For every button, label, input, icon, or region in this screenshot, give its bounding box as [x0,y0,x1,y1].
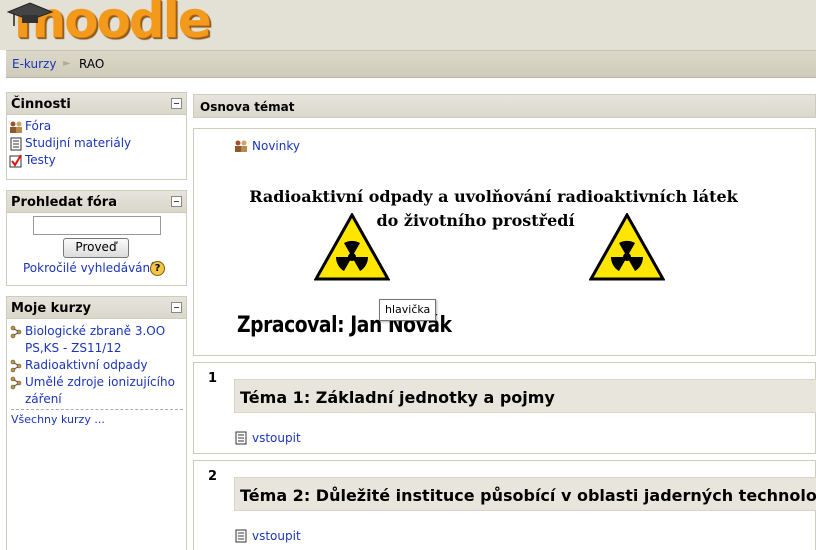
course-item[interactable]: Umělé zdroje ionizujícího záření [7,374,186,408]
course-outline-title: Osnova témat [200,100,295,114]
activity-item-quizzes[interactable]: Testy [7,152,186,169]
topic-section: 1 Téma 1: Základní jednotky a pojmy vsto… [193,362,816,454]
enter-link[interactable]: vstoupit [252,529,301,543]
course-icon [10,359,22,373]
breadcrumb-separator: ► [63,58,71,69]
news-forum-link[interactable]: Novinky [234,139,300,153]
page-header: moodle [0,0,816,50]
search-block-header: Prohledat fóra [7,191,186,213]
course-item[interactable]: Biologické zbraně 3.OO PS,KS - ZS11/12 [7,323,186,357]
enter-link[interactable]: vstoupit [252,431,301,445]
search-input[interactable] [33,216,161,235]
course-icon [10,376,22,390]
forum-icon [10,121,22,133]
course-item[interactable]: Radioaktivní odpady [7,357,186,374]
collapse-toggle-icon[interactable] [171,98,182,109]
topic-resource-link[interactable]: vstoupit [234,431,301,445]
breadcrumb: E-kurzy ► RAO [6,50,816,78]
divider [11,409,183,410]
activities-block-header: Činnosti [7,93,186,115]
resource-icon [10,137,22,151]
activities-block-title: Činnosti [11,97,71,112]
all-courses-link[interactable]: Všechny kurzy ... [11,413,105,426]
activities-block: Činnosti Fóra Studijní materiály Testy [6,92,187,180]
graduation-cap-icon [6,2,54,26]
topic-section: 2 Téma 2: Důležité instituce působící v … [193,460,816,550]
radiation-warning-icon [314,213,390,281]
topic-resource-link[interactable]: vstoupit [234,529,301,543]
course-label[interactable]: Radioaktivní odpady [25,358,148,372]
course-icon [10,325,22,339]
courses-block-header: Moje kurzy [7,297,186,319]
news-link-label[interactable]: Novinky [252,139,300,153]
course-outline-header: Osnova témat [193,94,816,118]
activity-item-forums[interactable]: Fóra [7,118,186,135]
topic-title: Téma 1: Základní jednotky a pojmy [234,379,816,413]
radiation-warning-icon [589,213,665,281]
help-icon[interactable]: ? [150,261,165,276]
quiz-icon [9,154,22,168]
search-button[interactable]: Proveď [63,238,129,258]
section-number: 2 [208,469,218,484]
course-label[interactable]: Biologické zbraně 3.OO PS,KS - ZS11/12 [25,324,165,355]
activity-label[interactable]: Testy [25,153,56,167]
collapse-toggle-icon[interactable] [171,302,182,313]
course-label[interactable]: Umělé zdroje ionizujícího záření [25,375,175,406]
topic-title: Téma 2: Důležité instituce působící v ob… [234,477,816,511]
advanced-search-link[interactable]: Pokročilé vyhledávání [23,261,153,275]
banner-title-line1: Radioaktivní odpady a uvolňování radioak… [249,187,738,206]
search-block-title: Prohledat fóra [11,195,117,210]
resource-icon [235,431,247,445]
activity-item-resources[interactable]: Studijní materiály [7,135,186,152]
search-forums-block: Prohledat fóra Proveď Pokročilé vyhledáv… [6,190,187,286]
banner-title-line2: do životního prostředí [376,211,575,230]
my-courses-block: Moje kurzy Biologické zbraně 3.OO PS,KS … [6,296,187,550]
collapse-toggle-icon[interactable] [171,196,182,207]
activity-label[interactable]: Studijní materiály [25,136,131,150]
section-number: 1 [208,371,218,386]
breadcrumb-current: RAO [79,57,105,71]
resource-icon [235,529,247,543]
courses-block-title: Moje kurzy [11,301,92,316]
activity-label[interactable]: Fóra [25,119,51,133]
forum-icon [235,140,247,152]
course-summary-section: Novinky Radioaktivní odpady a uvolňování… [193,128,816,356]
breadcrumb-home-link[interactable]: E-kurzy [12,57,56,71]
image-tooltip: hlavička [379,299,437,321]
